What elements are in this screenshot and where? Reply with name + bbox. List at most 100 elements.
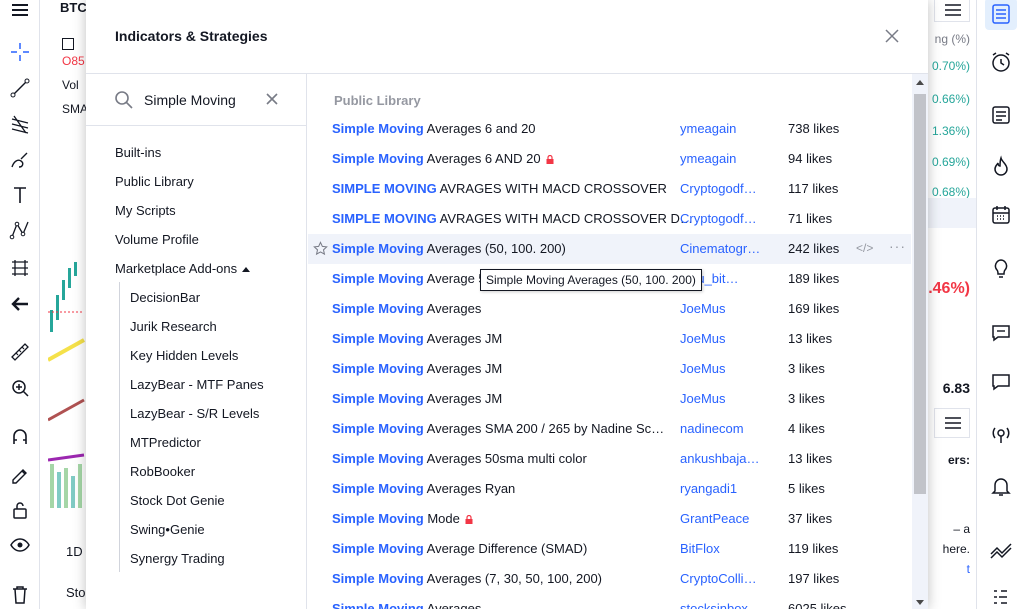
unlock-icon[interactable] — [6, 496, 34, 524]
streams-broadcast-icon[interactable] — [985, 418, 1017, 450]
result-row[interactable]: Simple Moving Averages JM JoeMus 3 likes — [308, 354, 911, 384]
result-name[interactable]: SIMPLE MOVING AVRAGES WITH MACD CROSSOVE… — [332, 211, 693, 226]
nav-swing-genie[interactable]: Swing•Genie — [130, 522, 205, 537]
result-author[interactable]: BitFlox — [680, 541, 720, 556]
result-row[interactable]: Simple Moving Average Difference (SMAD) B… — [308, 534, 911, 564]
result-name[interactable]: Simple Moving Averages 6 and 20 — [332, 121, 536, 136]
result-name[interactable]: SIMPLE MOVING AVRAGES WITH MACD CROSSOVE… — [332, 181, 667, 196]
nav-built-ins[interactable]: Built-ins — [115, 145, 161, 160]
nav-decisionbar[interactable]: DecisionBar — [130, 290, 200, 305]
result-author[interactable]: CryptoColli… — [680, 571, 757, 586]
result-name[interactable]: Simple Moving Averages (7, 30, 50, 100, … — [332, 571, 602, 586]
result-author[interactable]: Cinematogr… — [680, 241, 760, 256]
result-author[interactable]: GrantPeace — [680, 511, 749, 526]
result-name[interactable]: Simple Moving Averages (50, 100. 200) — [332, 241, 566, 256]
result-row[interactable]: Simple Moving Averages (50, 100. 200) Cin… — [308, 234, 911, 264]
object-tree-icon[interactable] — [985, 581, 1017, 609]
result-row[interactable]: Simple Moving Averages 6 AND 20 ymeagain 9… — [308, 144, 911, 174]
result-author[interactable]: stocksinbox… — [680, 601, 761, 609]
result-name[interactable]: Simple Moving Average 5 — [332, 271, 486, 286]
result-name[interactable]: Simple Moving Averages — [332, 601, 481, 609]
result-author[interactable]: JoeMus — [680, 391, 726, 406]
nav-synergy-trading[interactable]: Synergy Trading — [130, 551, 225, 566]
calendar-icon[interactable] — [985, 199, 1017, 231]
nav-mtpredictor[interactable]: MTPredictor — [130, 435, 201, 450]
list-view-button[interactable] — [934, 0, 970, 22]
scroll-down-arrow-icon[interactable] — [916, 600, 924, 605]
menu-icon[interactable] — [6, 0, 34, 24]
nav-stock-dot-genie[interactable]: Stock Dot Genie — [130, 493, 225, 508]
result-name[interactable]: Simple Moving Averages JM — [332, 331, 502, 346]
zoom-in-icon[interactable] — [6, 374, 34, 402]
notifications-bell-icon[interactable] — [985, 470, 1017, 502]
scroll-up-arrow-icon[interactable] — [916, 80, 924, 85]
result-row[interactable]: Simple Moving Mode GrantPeace 37 likes — [308, 504, 911, 534]
result-author[interactable]: ryangadi1 — [680, 481, 737, 496]
result-row[interactable]: SIMPLE MOVING AVRAGES WITH MACD CROSSOVE… — [308, 204, 911, 234]
result-name[interactable]: Simple Moving Averages Ryan — [332, 481, 515, 496]
result-name[interactable]: Simple Moving Average Difference (SMAD) — [332, 541, 587, 556]
result-row[interactable]: Simple Moving Averages 6 and 20 ymeagain 7… — [308, 114, 911, 144]
result-author[interactable]: ymeagain — [680, 151, 736, 166]
brush-icon[interactable] — [6, 146, 34, 174]
hotlist-flame-icon[interactable] — [985, 151, 1017, 183]
pattern-icon[interactable] — [6, 216, 34, 244]
alarm-clock-icon[interactable] — [985, 46, 1017, 78]
result-row[interactable]: Simple Moving Averages JM JoeMus 3 likes — [308, 384, 911, 414]
result-author[interactable]: Cryptogodf… — [680, 181, 757, 196]
nav-volume-profile[interactable]: Volume Profile — [115, 232, 199, 247]
crosshair-icon[interactable] — [6, 38, 34, 66]
result-name[interactable]: Simple Moving Averages JM — [332, 361, 502, 376]
result-author[interactable]: ymeagain — [680, 121, 736, 136]
result-row[interactable]: Simple Moving Averages Ryan ryangadi1 5 li… — [308, 474, 911, 504]
trading-panel-icon[interactable] — [985, 534, 1017, 566]
data-window-icon[interactable] — [985, 99, 1017, 131]
result-name[interactable]: Simple Moving Averages 50sma multi color — [332, 451, 587, 466]
result-name[interactable]: Simple Moving Averages — [332, 301, 481, 316]
nav-marketplace-add-ons[interactable]: Marketplace Add-ons — [115, 261, 251, 276]
trash-icon[interactable] — [6, 580, 34, 608]
nav-robbooker[interactable]: RobBooker — [130, 464, 195, 479]
source-code-icon[interactable]: </> — [856, 241, 873, 255]
fib-retracement-icon[interactable] — [6, 110, 34, 138]
result-row[interactable]: Simple Moving Averages JM JoeMus 13 likes — [308, 324, 911, 354]
details-list-button[interactable] — [934, 408, 970, 438]
result-row[interactable]: Simple Moving Averages 50sma multi color… — [308, 444, 911, 474]
result-row[interactable]: Simple Moving Averages (7, 30, 50, 100, … — [308, 564, 911, 594]
nav-lazybear-sr-levels[interactable]: LazyBear - S/R Levels — [130, 406, 259, 421]
result-name[interactable]: Simple Moving Averages SMA 200 / 265 by … — [332, 421, 664, 436]
result-row[interactable]: Simple Moving Averages stocksinbox… 6025 l… — [308, 594, 911, 609]
text-icon[interactable] — [6, 181, 34, 209]
nav-public-library[interactable]: Public Library — [115, 174, 194, 189]
result-author[interactable]: ankushbaja… — [680, 451, 760, 466]
result-author[interactable]: nadinecom — [680, 421, 744, 436]
scroll-thumb[interactable] — [914, 94, 926, 494]
result-author[interactable]: Cryptogodf… — [680, 211, 757, 226]
ruler-icon[interactable] — [6, 338, 34, 366]
nav-lazybear-mtf-panes[interactable]: LazyBear - MTF Panes — [130, 377, 264, 392]
nav-key-hidden-levels[interactable]: Key Hidden Levels — [130, 348, 238, 363]
ideas-lightbulb-icon[interactable] — [985, 253, 1017, 285]
prediction-icon[interactable] — [6, 254, 34, 282]
result-author[interactable]: JoeMus — [680, 331, 726, 346]
chat-icon[interactable] — [985, 317, 1017, 349]
bottom-tab[interactable]: Sto — [66, 585, 86, 600]
result-name[interactable]: Simple Moving Averages 6 AND 20 — [332, 151, 554, 166]
messages-icon[interactable] — [985, 366, 1017, 398]
result-row[interactable]: Simple Moving Averages JoeMus 169 likes — [308, 294, 911, 324]
search-input[interactable] — [144, 88, 264, 112]
nav-my-scripts[interactable]: My Scripts — [115, 203, 176, 218]
collapse-legend-icon[interactable] — [62, 38, 74, 50]
back-arrow-icon[interactable] — [6, 290, 34, 318]
result-row[interactable]: SIMPLE MOVING AVRAGES WITH MACD CROSSOVE… — [308, 174, 911, 204]
watchlist-icon[interactable] — [985, 0, 1017, 30]
timeframe-button[interactable]: 1D — [66, 544, 83, 559]
result-author[interactable]: JoeMus — [680, 301, 726, 316]
result-author[interactable]: JoeMus — [680, 361, 726, 376]
trend-line-icon[interactable] — [6, 74, 34, 102]
result-row[interactable]: Simple Moving Averages SMA 200 / 265 by … — [308, 414, 911, 444]
more-options-icon[interactable]: ··· — [889, 238, 906, 254]
result-name[interactable]: Simple Moving Mode — [332, 511, 473, 526]
clear-search-icon[interactable] — [264, 91, 280, 107]
nav-jurik-research[interactable]: Jurik Research — [130, 319, 217, 334]
